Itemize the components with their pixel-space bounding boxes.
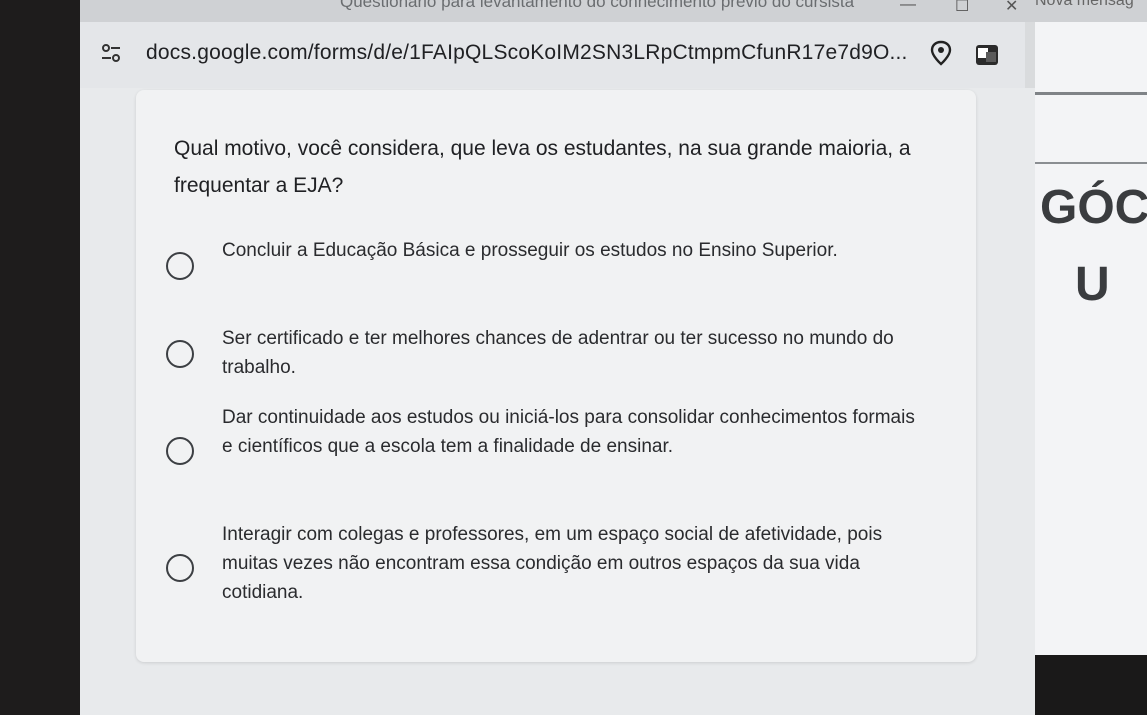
close-icon[interactable]: ✕ <box>1005 0 1018 16</box>
option-label[interactable]: Dar continuidade aos estudos ou iniciá-l… <box>222 403 922 461</box>
window-titlebar: Questionário para levantamento do conhec… <box>80 0 1147 22</box>
minimize-icon[interactable]: — <box>900 0 916 14</box>
option-label[interactable]: Concluir a Educação Básica e prosseguir … <box>222 236 922 265</box>
radio-button[interactable] <box>166 437 194 465</box>
browser-screen: Questionário para levantamento do conhec… <box>80 0 1147 715</box>
option-label[interactable]: Ser certificado e ter melhores chances d… <box>222 324 922 382</box>
location-icon[interactable] <box>930 40 952 66</box>
question-card: Qual motivo, você considera, que leva os… <box>136 90 976 662</box>
side-letter: U <box>1075 258 1110 311</box>
address-bar[interactable]: docs.google.com/forms/d/e/1FAIpQLScoKoIM… <box>80 22 1025 88</box>
url-text[interactable]: docs.google.com/forms/d/e/1FAIpQLScoKoIM… <box>146 41 908 65</box>
divider <box>1035 162 1147 164</box>
radio-button[interactable] <box>166 340 194 368</box>
site-settings-icon[interactable] <box>100 42 122 64</box>
dark-region <box>1035 655 1147 715</box>
adjacent-window: GÓC U <box>1035 22 1147 655</box>
page-content: Qual motivo, você considera, que leva os… <box>80 88 1035 715</box>
monitor-bezel <box>0 0 80 715</box>
maximize-icon[interactable]: ☐ <box>955 0 969 16</box>
translate-icon[interactable] <box>976 45 998 65</box>
option-label[interactable]: Interagir com colegas e professores, em … <box>222 520 922 607</box>
radio-button[interactable] <box>166 252 194 280</box>
side-heading: GÓC <box>1040 181 1147 234</box>
radio-button[interactable] <box>166 554 194 582</box>
divider <box>1035 92 1147 95</box>
side-tab-text[interactable]: Nova mensag <box>1035 0 1134 10</box>
window-title: Questionário para levantamento do conhec… <box>340 0 855 11</box>
question-title: Qual motivo, você considera, que leva os… <box>174 137 911 197</box>
